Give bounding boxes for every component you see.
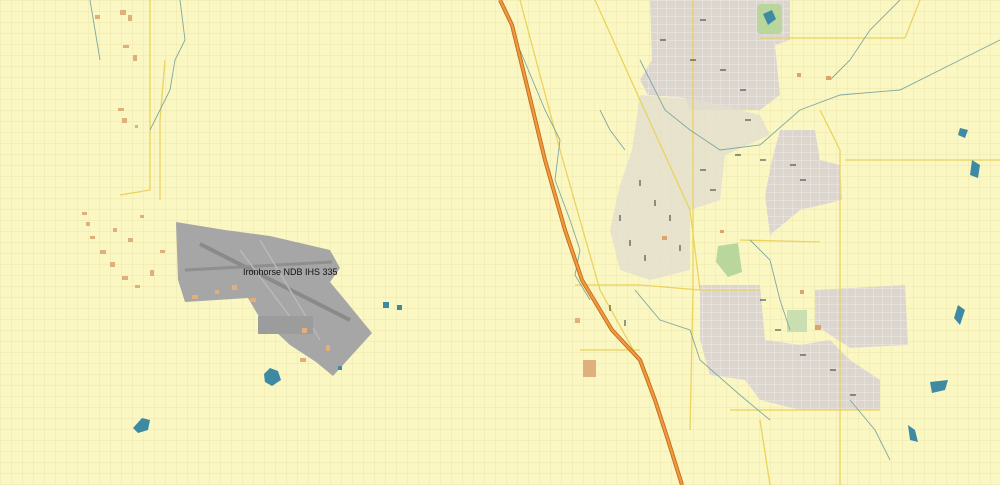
pond-east-airport-2	[397, 305, 402, 310]
pond-airport-south	[338, 366, 342, 370]
pond-east-airport	[383, 302, 389, 308]
airport-label: Ironhorse NDB IHS 335	[243, 267, 338, 277]
map[interactable]: Ironhorse NDB IHS 335	[0, 0, 1000, 485]
